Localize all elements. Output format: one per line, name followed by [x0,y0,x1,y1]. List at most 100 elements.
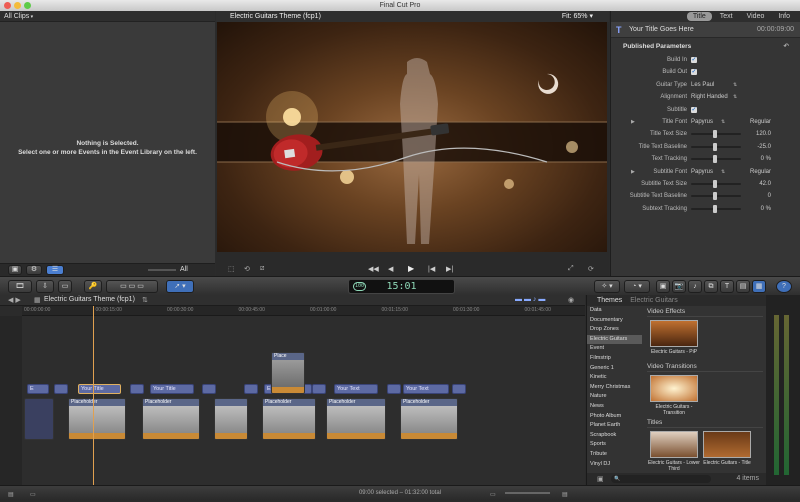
skip-forward-icon[interactable]: ▶| [446,265,453,273]
import-button[interactable]: ⇩ [36,280,54,293]
video-clip[interactable]: Placeholder [68,398,126,440]
themes-browser-icon[interactable]: ▦ [752,280,766,293]
theme-list-item[interactable]: Nature [587,392,642,402]
theme-list-item[interactable]: Tribute [587,450,642,460]
theme-list-item[interactable]: News [587,402,642,412]
title-clip[interactable]: Your Title [78,384,121,394]
param-value[interactable]: 0 % [761,203,771,215]
theme-list-item[interactable]: Kinetic [587,373,642,383]
filmstrip-icon[interactable]: ▣ [8,265,22,275]
browser-filter-menu[interactable]: All Clips [4,13,29,20]
edit-mode-buttons[interactable]: ▭ ▭ ▭ [106,280,158,293]
param-popup-menu[interactable]: Right Handed [691,91,728,103]
history-back-icon[interactable]: ◀ ▶ [8,296,21,304]
project-menu-icon[interactable]: ⇅ [142,296,148,304]
slider-knob[interactable] [713,155,717,164]
theme-list-item[interactable]: Generic 1 [587,364,642,374]
select-tool-button[interactable]: ➚ ▾ [166,280,194,293]
slider-knob[interactable] [713,204,717,213]
minimize-window-button[interactable] [14,2,21,9]
slider-knob[interactable] [713,130,717,139]
theme-list-item[interactable]: Event [587,344,642,354]
checkbox[interactable]: ✓ [691,69,697,76]
theme-list-item[interactable]: Sports [587,440,642,450]
rewind-icon[interactable]: ◀◀ [368,265,379,273]
expand-icon[interactable]: ⤢ [568,265,574,273]
step-back-icon[interactable]: ◀ [388,265,393,273]
video-clip[interactable]: Placeholder [326,398,386,440]
zoom-window-button[interactable] [24,2,31,9]
theme-list-item[interactable]: Electric Guitars [587,334,642,345]
tab-info[interactable]: Info [772,12,796,21]
skip-back-icon[interactable]: |◀ [428,265,435,273]
video-clip[interactable]: Placeholder [262,398,316,440]
title-thumbnail[interactable] [703,431,751,458]
lower-third-thumbnail[interactable] [650,431,698,458]
title-clip[interactable]: Your Text [403,384,449,394]
transition-clip[interactable] [130,384,144,394]
param-slider[interactable] [691,142,741,151]
play-button[interactable]: ▶ [408,264,414,273]
font-style-menu[interactable]: Regular [750,116,771,128]
theme-list-item[interactable]: Photo Album [587,412,642,422]
share-button[interactable]: ▭ [58,280,72,293]
checkbox[interactable]: ✓ [691,57,697,63]
transitions-browser-icon[interactable]: ⧉ [704,280,718,293]
themes-search-field[interactable]: 🔍 [611,475,711,483]
clip-size-slider[interactable] [148,269,176,271]
slider-knob[interactable] [713,180,717,188]
effects-browser-icon[interactable]: ▣ [656,280,670,293]
transition-clip[interactable] [452,384,466,394]
close-window-button[interactable] [4,2,11,9]
param-value[interactable]: 120.0 [756,128,771,140]
transform-icon[interactable]: ⟲ [244,265,250,273]
title-clip[interactable]: Your Title [150,384,194,394]
record-voiceover-button[interactable]: 🎞 [8,280,32,293]
viewer-zoom[interactable]: Fit: 65% ▾ [562,11,593,22]
param-value[interactable]: 42.0 [759,178,771,190]
param-slider[interactable] [691,155,741,164]
tab-video[interactable]: Video [741,12,771,21]
param-value[interactable]: -25.0 [757,141,771,153]
fullscreen-icon[interactable]: ⬚ [228,265,235,273]
transition-clip[interactable] [202,384,216,394]
param-slider[interactable] [691,180,741,188]
theme-list-item[interactable]: Vinyl DJ [587,460,642,470]
theme-list-item[interactable]: Merry Christmas [587,383,642,393]
video-frame[interactable] [217,22,607,252]
title-clip[interactable]: Your Text [334,384,378,394]
param-popup-menu[interactable]: Les Paul [691,79,714,91]
checkbox[interactable]: ✓ [691,106,697,113]
gear-icon[interactable]: ⚙ [26,265,42,275]
param-slider[interactable] [691,204,741,213]
playhead[interactable] [93,306,94,485]
transition-clip[interactable] [244,384,258,394]
slider-knob[interactable] [713,142,717,151]
tab-text[interactable]: Text [714,12,739,21]
param-popup-menu[interactable]: Papyrus [691,166,713,178]
solo-icon[interactable]: ◉ [568,296,574,304]
zoom-slider[interactable] [505,492,550,494]
connected-clip[interactable]: Place [271,352,305,394]
photos-browser-icon[interactable]: 📷 [672,280,686,293]
themes-grid-icon[interactable]: ▣ [597,475,604,483]
theme-list-item[interactable]: Scrapbook [587,431,642,441]
pip-thumbnail[interactable] [650,320,698,347]
disclosure-triangle-icon[interactable]: ▶ [631,116,635,128]
transition-clip[interactable] [54,384,68,394]
theme-list-item[interactable]: Data [587,306,642,316]
list-view-button[interactable]: ☰ [46,265,64,275]
enhance-button[interactable]: ✧ ▾ [594,280,620,293]
param-value[interactable]: 0 [768,190,771,202]
dashboard-timecode[interactable]: 100 15:01 [348,279,455,294]
disclosure-triangle-icon[interactable]: ▶ [631,166,635,178]
video-clip[interactable] [214,398,248,440]
music-browser-icon[interactable]: ♪ [688,280,702,293]
font-style-menu[interactable]: Regular [750,166,771,178]
video-clip[interactable]: Placeholder [142,398,200,440]
param-value[interactable]: 0 % [761,153,771,165]
param-popup-menu[interactable]: Papyrus [691,116,713,128]
titles-browser-icon[interactable]: T [720,280,734,293]
crop-icon[interactable]: ⧄ [260,265,264,273]
slider-knob[interactable] [713,192,717,201]
